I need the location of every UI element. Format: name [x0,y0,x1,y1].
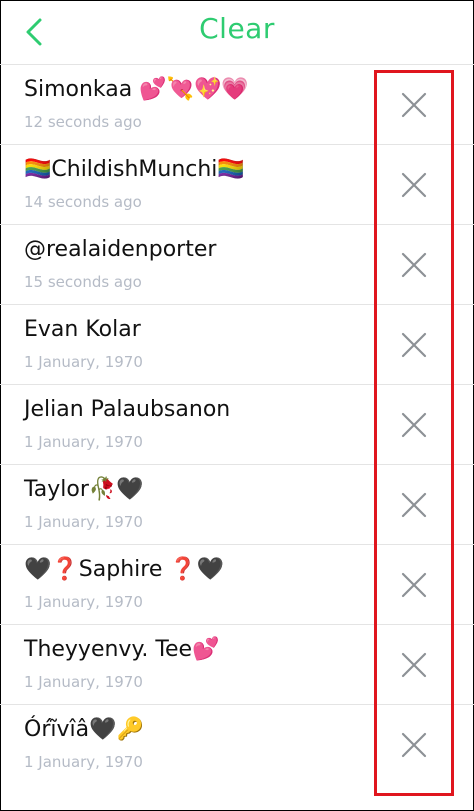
item-name: Evan Kolar [24,317,141,342]
item-timestamp: 12 seconds ago [24,113,142,131]
item-name: Jelian Palaubsanon [24,397,231,422]
item-name: Óŕĩvîâ🖤🔑 [24,717,144,742]
item-timestamp: 1 January, 1970 [24,673,143,691]
list-item[interactable]: 🖤❓Saphire ❓🖤 1 January, 1970 [0,544,474,624]
item-timestamp: 1 January, 1970 [24,593,143,611]
close-icon[interactable] [398,729,430,761]
item-timestamp: 14 seconds ago [24,193,142,211]
list-item[interactable]: Evan Kolar 1 January, 1970 [0,304,474,384]
item-name: @realaidenporter [24,237,217,262]
item-timestamp: 15 seconds ago [24,273,142,291]
item-timestamp: 1 January, 1970 [24,353,143,371]
item-name: Taylor🥀🖤 [24,477,144,502]
item-name: Theyyenvy. Tee💕 [24,637,220,662]
item-timestamp: 1 January, 1970 [24,753,143,771]
list-item[interactable]: Theyyenvy. Tee💕 1 January, 1970 [0,624,474,704]
item-name: Simonkaa 💕💘💖💗 [24,77,249,102]
item-timestamp: 1 January, 1970 [24,513,143,531]
list-item[interactable]: Simonkaa 💕💘💖💗 12 seconds ago [0,64,474,144]
item-name: 🖤❓Saphire ❓🖤 [24,557,225,582]
recent-list: Simonkaa 💕💘💖💗 12 seconds ago 🏳️‍🌈Childis… [0,64,474,784]
close-icon[interactable] [398,489,430,521]
item-timestamp: 1 January, 1970 [24,433,143,451]
close-icon[interactable] [398,409,430,441]
list-item[interactable]: Óŕĩvîâ🖤🔑 1 January, 1970 [0,704,474,784]
list-item[interactable]: Taylor🥀🖤 1 January, 1970 [0,464,474,544]
list-item[interactable]: 🏳️‍🌈ChildishMunchi🏳️‍🌈 14 seconds ago [0,144,474,224]
list-item[interactable]: @realaidenporter 15 seconds ago [0,224,474,304]
close-icon[interactable] [398,249,430,281]
close-icon[interactable] [398,569,430,601]
header: Clear [0,0,474,64]
close-icon[interactable] [398,649,430,681]
close-icon[interactable] [398,329,430,361]
item-name: 🏳️‍🌈ChildishMunchi🏳️‍🌈 [24,157,245,182]
close-icon[interactable] [398,169,430,201]
list-item[interactable]: Jelian Palaubsanon 1 January, 1970 [0,384,474,464]
close-icon[interactable] [398,89,430,121]
page-title[interactable]: Clear [0,12,474,45]
